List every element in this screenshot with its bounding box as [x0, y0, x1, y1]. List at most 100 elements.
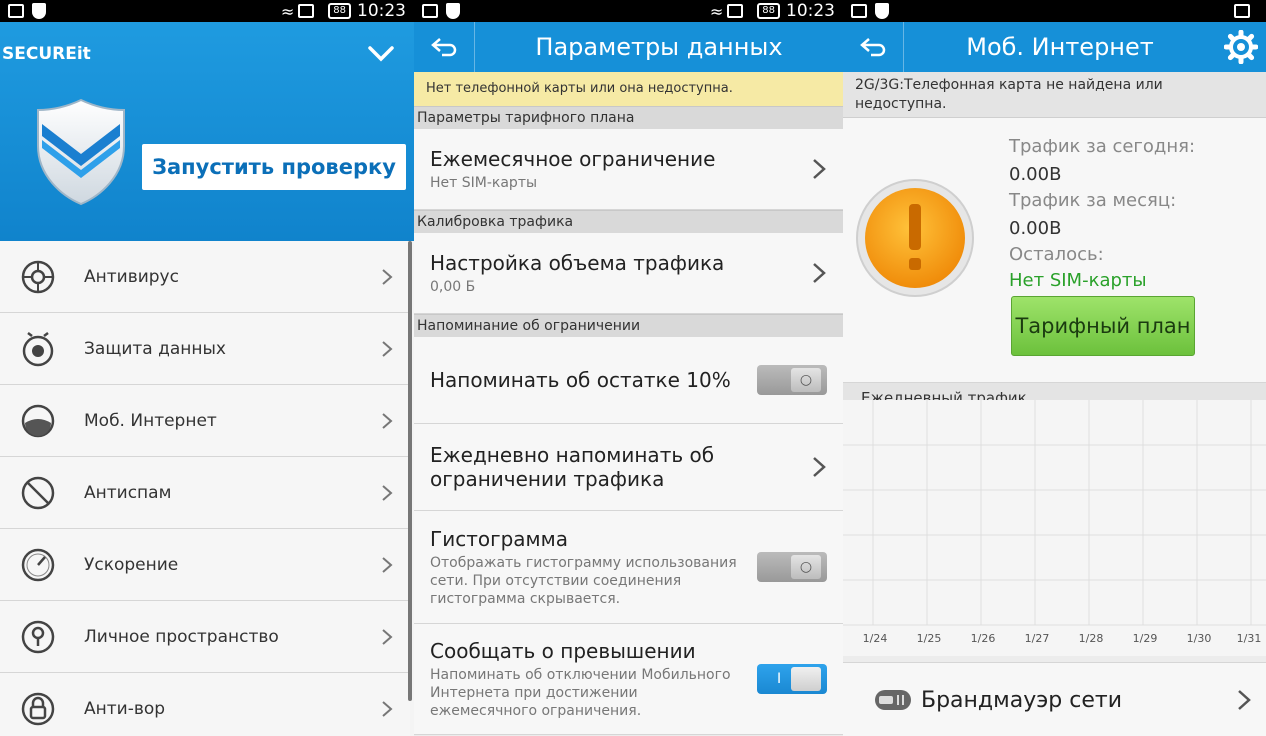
chevron-down-icon[interactable]	[366, 38, 396, 68]
row-subtitle: Напоминать об отключении Мобильного Инте…	[430, 666, 731, 719]
daily-remind-row[interactable]: Ежедневно напоминать об ограничении траф…	[414, 424, 843, 511]
list-item-anti-theft[interactable]: Анти-вор	[0, 673, 410, 736]
section-header-reminder: Напоминание об ограничении	[414, 314, 843, 337]
histogram-toggle[interactable]: ○	[757, 552, 827, 582]
firewall-label: Брандмауэр сети	[921, 687, 1123, 713]
histogram-row[interactable]: Гистограмма Отображать гистограмму испол…	[414, 511, 843, 624]
section-header-calibration: Калибровка трафика	[414, 210, 843, 233]
eye-icon	[22, 331, 54, 366]
x-tick-label: 1/25	[917, 632, 942, 645]
battery-icon: 88	[757, 3, 780, 19]
x-tick-label: 1/27	[1025, 632, 1050, 645]
page-title: Моб. Интернет	[966, 33, 1154, 61]
sim-notice: Нет телефонной карты или она недоступна.	[414, 72, 843, 106]
row-title: Сообщать о превышении	[430, 638, 696, 663]
list-item-label: Моб. Интернет	[84, 410, 217, 431]
list-item-antispam[interactable]: Антиспам	[0, 457, 410, 529]
exceed-toggle[interactable]: I	[757, 664, 827, 694]
screen-security-home: ≈ 88 10:23 SECUREit Запустить проверку А…	[0, 0, 414, 736]
speedometer-icon	[21, 548, 55, 581]
chevron-right-icon	[1238, 690, 1251, 710]
tariff-plan-button[interactable]: Тарифный план	[1011, 296, 1195, 356]
remind-10-toggle[interactable]: ○	[757, 365, 827, 395]
x-tick-label: 1/26	[971, 632, 996, 645]
x-tick-label: 1/31	[1237, 632, 1262, 645]
block-icon	[21, 476, 55, 509]
list-item-label: Ускорение	[84, 554, 179, 575]
battery-icon: 88	[328, 3, 351, 19]
shield-notification-icon	[875, 3, 889, 19]
image-notification-icon	[422, 4, 438, 18]
wifi-icon: ≈	[709, 1, 724, 21]
exceed-row[interactable]: Сообщать о превышении Напоминать об откл…	[414, 624, 843, 735]
row-title: Настройка объема трафика	[430, 250, 725, 275]
status-bar: ≈ 88 10:23	[0, 0, 414, 22]
x-tick-label: 1/24	[863, 632, 888, 645]
chevron-right-icon	[813, 159, 826, 179]
list-item-mobile-internet[interactable]: Моб. Интернет	[0, 385, 410, 457]
warning-icon	[856, 179, 974, 297]
traffic-setup-row[interactable]: Настройка объема трафика 0,00 Б	[414, 233, 843, 314]
monthly-limit-row[interactable]: Ежемесячное ограничение Нет SIM-карты	[414, 129, 843, 210]
remind-10-row[interactable]: Напоминать об остатке 10% ○	[414, 337, 843, 424]
row-title: Ежемесячное ограничение	[430, 146, 716, 171]
image-notification-icon	[8, 4, 24, 18]
chevron-right-icon	[382, 412, 393, 429]
list-item-antivirus[interactable]: Антивирус	[0, 241, 410, 313]
remaining-label: Осталось:	[1009, 244, 1104, 265]
feature-list: Антивирус Защита данных Моб. Интернет Ан…	[0, 241, 410, 736]
today-traffic-label: Трафик за сегодня:	[1009, 136, 1196, 157]
chevron-right-icon	[382, 340, 393, 357]
row-subtitle: Нет SIM-карты	[430, 174, 538, 191]
chevron-right-icon	[382, 700, 393, 717]
list-item-label: Антиспам	[84, 482, 172, 503]
app-header: SECUREit Запустить проверку	[0, 22, 414, 241]
toggle-on-mark: I	[777, 671, 782, 687]
start-scan-button[interactable]: Запустить проверку	[142, 144, 406, 190]
remaining-value: Нет SIM-карты	[1009, 270, 1147, 291]
status-bar: ≈ 88 10:23	[414, 0, 843, 22]
toggle-knob: ○	[791, 368, 821, 392]
x-tick-label: 1/30	[1187, 632, 1212, 645]
back-arrow-icon	[431, 38, 457, 57]
chevron-right-icon	[382, 556, 393, 573]
virus-icon	[21, 260, 55, 293]
list-item-label: Антивирус	[84, 266, 179, 287]
firewall-row[interactable]: Брандмауэр сети	[843, 662, 1266, 736]
traffic-summary: Трафик за сегодня: 0.00B Трафик за месяц…	[843, 118, 1266, 383]
today-traffic-value: 0.00B	[1009, 164, 1062, 185]
sim-icon	[298, 4, 315, 18]
settings-button[interactable]	[1216, 22, 1266, 72]
list-item-boost[interactable]: Ускорение	[0, 529, 410, 601]
shield-logo-icon	[37, 98, 125, 206]
back-button[interactable]	[414, 22, 475, 72]
data-icon	[21, 404, 55, 437]
row-subtitle: 0,00 Б	[430, 278, 476, 295]
gear-icon	[1224, 30, 1258, 64]
chevron-right-icon	[382, 628, 393, 645]
daily-traffic-graph: 1/24 1/25 1/26 1/27 1/28 1/29 1/30 1/31	[843, 400, 1266, 656]
action-bar: Параметры данных	[414, 22, 843, 72]
row-title: Гистограмма	[430, 526, 568, 551]
x-tick-label: 1/29	[1133, 632, 1158, 645]
toggle-knob	[791, 667, 821, 691]
sim-icon	[727, 4, 744, 18]
clock: 10:23	[357, 1, 406, 21]
back-button[interactable]	[843, 22, 904, 72]
chevron-right-icon	[813, 263, 826, 283]
page-title: Параметры данных	[535, 33, 783, 61]
month-traffic-label: Трафик за месяц:	[1009, 190, 1177, 211]
sim-notice: 2G/3G:Телефонная карта не найдена или не…	[843, 72, 1266, 118]
list-item-label: Анти-вор	[84, 698, 166, 719]
list-item-private-space[interactable]: Личное пространство	[0, 601, 410, 673]
scrollbar[interactable]	[408, 241, 412, 701]
chevron-right-icon	[382, 484, 393, 501]
shield-notification-icon	[32, 3, 46, 19]
row-title: Ежедневно напоминать об ограничении траф…	[430, 443, 715, 491]
image-notification-icon	[851, 4, 867, 18]
list-item-label: Защита данных	[84, 338, 226, 359]
list-item-data-protection[interactable]: Защита данных	[0, 313, 410, 385]
section-header-tariff: Параметры тарифного плана	[414, 106, 843, 129]
action-bar: Моб. Интернет	[843, 22, 1266, 72]
firewall-icon	[875, 690, 911, 710]
